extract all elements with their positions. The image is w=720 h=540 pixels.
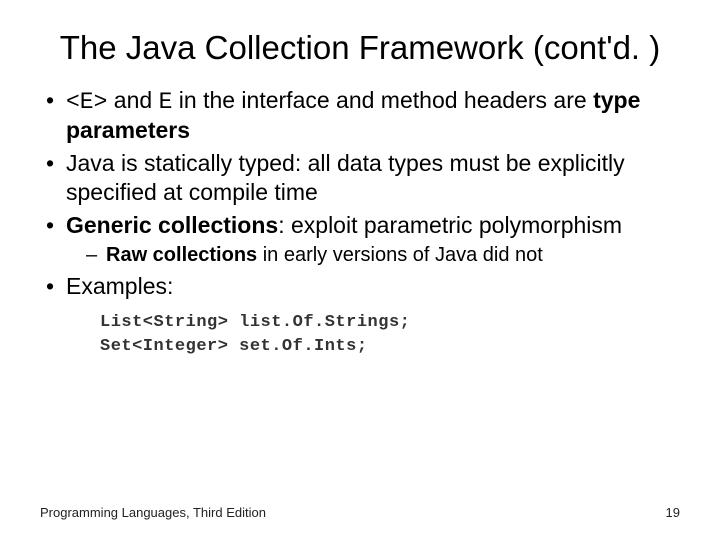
footer-page-number: 19 xyxy=(666,505,680,520)
bold-text: Raw collections xyxy=(106,244,257,266)
text: : exploit parametric polymorphism xyxy=(278,212,622,238)
text: in the interface and method headers are xyxy=(172,87,593,113)
sub-bullet-list: Raw collections in early versions of Jav… xyxy=(86,243,680,268)
bold-text: Generic collections xyxy=(66,212,278,238)
bullet-list: <E> and E in the interface and method he… xyxy=(44,86,680,302)
sub-bullet-1: Raw collections in early versions of Jav… xyxy=(86,243,680,268)
bullet-2: Java is statically typed: all data types… xyxy=(44,149,680,207)
code-token-e-bracket: <E> xyxy=(66,89,107,115)
bullet-3: Generic collections: exploit parametric … xyxy=(44,211,680,269)
code-token-e: E xyxy=(159,89,173,115)
bullet-1: <E> and E in the interface and method he… xyxy=(44,86,680,146)
bullet-4: Examples: xyxy=(44,272,680,301)
text: and xyxy=(107,87,158,113)
code-example: List<String> list.Of.Strings; Set<Intege… xyxy=(100,311,680,359)
footer: Programming Languages, Third Edition 19 xyxy=(40,505,680,520)
code-line-2: Set<Integer> set.Of.Ints; xyxy=(100,335,680,359)
code-line-1: List<String> list.Of.Strings; xyxy=(100,311,680,335)
footer-left: Programming Languages, Third Edition xyxy=(40,505,266,520)
text: in early versions of Java did not xyxy=(257,244,543,266)
slide: The Java Collection Framework (cont'd. )… xyxy=(0,0,720,540)
slide-title: The Java Collection Framework (cont'd. ) xyxy=(40,28,680,68)
